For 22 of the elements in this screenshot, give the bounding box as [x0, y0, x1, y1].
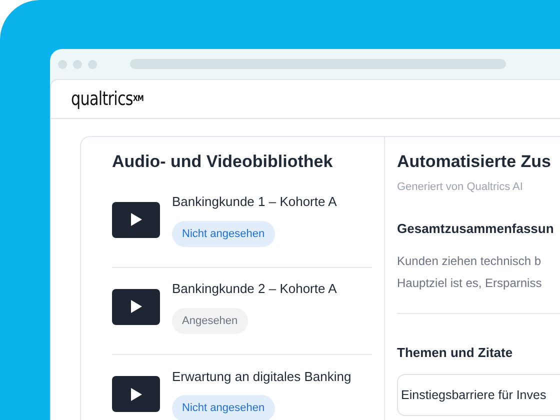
video-thumbnail[interactable] [112, 376, 160, 412]
play-icon [130, 213, 142, 226]
logo-text: qualtrics$^{XM}$ [71, 86, 144, 112]
summary-text: Kunden ziehen technisch b [397, 252, 542, 268]
summary-text: Hauptziel ist es, Ersparniss [397, 274, 543, 290]
themes-title: Themen und Zitate [397, 344, 514, 362]
theme-text: Einstiegsbarriere für Inves [401, 386, 546, 404]
status-badge: Angesehen [172, 308, 248, 334]
library-title: Audio- und Videobibliothek [112, 151, 334, 173]
video-title: Bankingkunde 1 – Kohorte A [172, 193, 337, 211]
video-title: Erwartung an digitales Banking [172, 368, 352, 386]
summary-title: Automatisierte Zus [397, 151, 552, 173]
status-badge: Nicht angesehen [172, 395, 275, 420]
video-thumbnail[interactable] [112, 202, 160, 238]
video-title: Bankingkunde 2 – Kohorte A [172, 280, 337, 298]
section-title: Gesamtzusammenfassun [397, 220, 555, 238]
video-thumbnail[interactable] [112, 288, 160, 324]
play-icon [130, 300, 142, 313]
play-icon [130, 388, 142, 400]
summary-subtitle: Generiert von Qualtrics AI [397, 180, 524, 194]
status-badge: Nicht angesehen [172, 220, 275, 247]
theme-card[interactable]: Einstiegsbarriere für Inves [397, 374, 560, 416]
